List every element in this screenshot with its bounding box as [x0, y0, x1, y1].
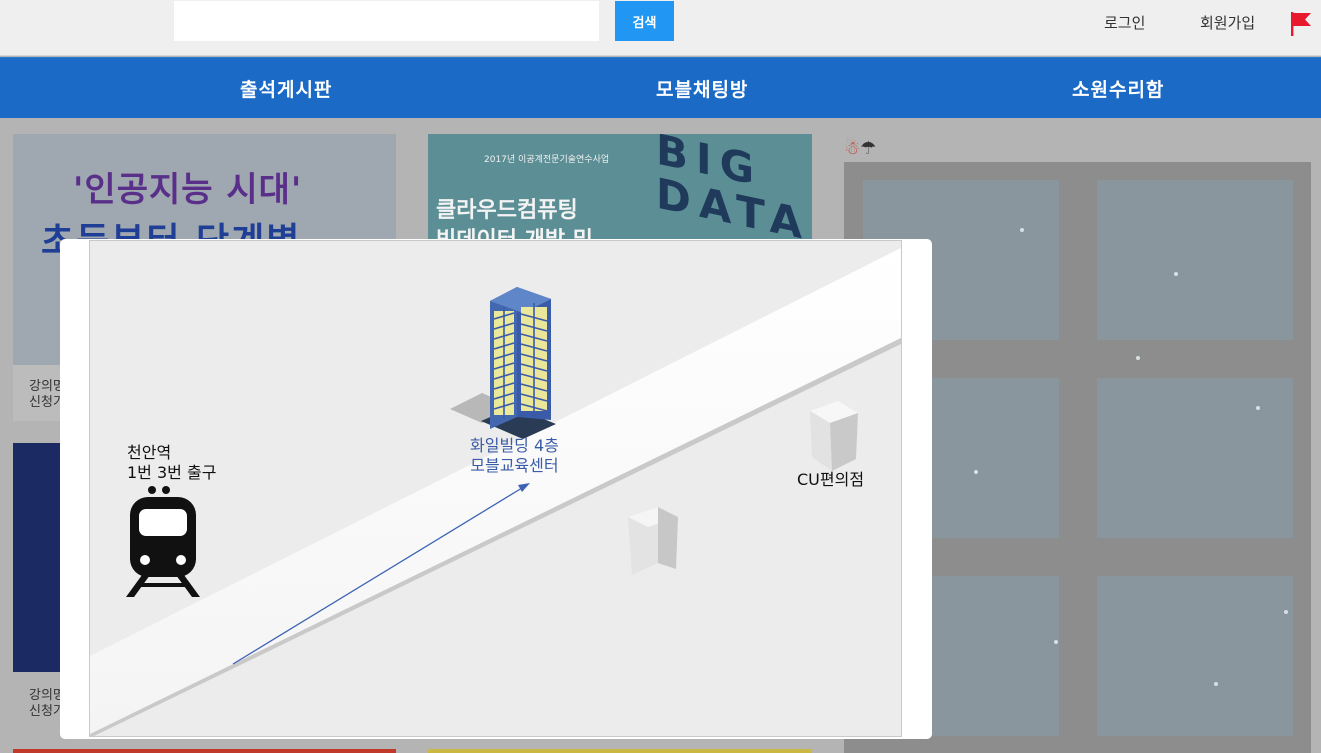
- gallery-tile[interactable]: [1097, 378, 1293, 538]
- course-banner-navy[interactable]: [13, 443, 61, 672]
- office-building-icon: [481, 287, 556, 439]
- top-bar: 검색 로그인 회원가입: [0, 0, 1321, 56]
- umbrella-icon: ☂: [860, 138, 877, 159]
- nav-item-chat[interactable]: 모블채팅방: [656, 75, 748, 102]
- cloud-banner-tag: 2017년 이공계전문기술연수사업: [484, 155, 610, 165]
- main-nav: 출석게시판 모블채팅방 소원수리함: [0, 57, 1321, 118]
- location-map-modal: 천안역 1번 3번 출구 화일빌딩 4층 모블교육센터 CU편의점: [60, 239, 932, 739]
- ai-banner-title: '인공지능 시대': [73, 170, 303, 210]
- station-label: 천안역 1번 3번 출구: [127, 443, 217, 482]
- signup-link[interactable]: 회원가입: [1200, 12, 1255, 33]
- login-link[interactable]: 로그인: [1104, 12, 1145, 33]
- store-label: CU편의점: [797, 470, 865, 489]
- search-input[interactable]: [174, 1, 599, 41]
- card-strip-yellow: [428, 749, 812, 753]
- building-label: 화일빌딩 4층 모블교육센터: [470, 436, 559, 475]
- weather-widget: ☃☂: [844, 138, 876, 159]
- card-strip-red: [13, 749, 396, 753]
- snowman-icon: ☃: [844, 138, 861, 159]
- gallery-tile[interactable]: [1097, 576, 1293, 736]
- big-data-art: BIG DATA: [656, 134, 811, 251]
- nav-item-attendance[interactable]: 출석게시판: [240, 75, 332, 102]
- flag-icon[interactable]: [1290, 12, 1312, 36]
- convenience-store-icon: [810, 401, 858, 471]
- search-button[interactable]: 검색: [615, 1, 674, 41]
- map-illustration: [90, 248, 901, 736]
- nav-item-wishes[interactable]: 소원수리함: [1072, 75, 1164, 102]
- cloud-banner-title: 클라우드컴퓨팅: [436, 198, 578, 223]
- building-block-icon: [628, 507, 678, 575]
- train-icon: [126, 486, 200, 597]
- gallery-tile[interactable]: [1097, 180, 1293, 340]
- location-map: 천안역 1번 3번 출구 화일빌딩 4층 모블교육센터 CU편의점: [89, 240, 902, 737]
